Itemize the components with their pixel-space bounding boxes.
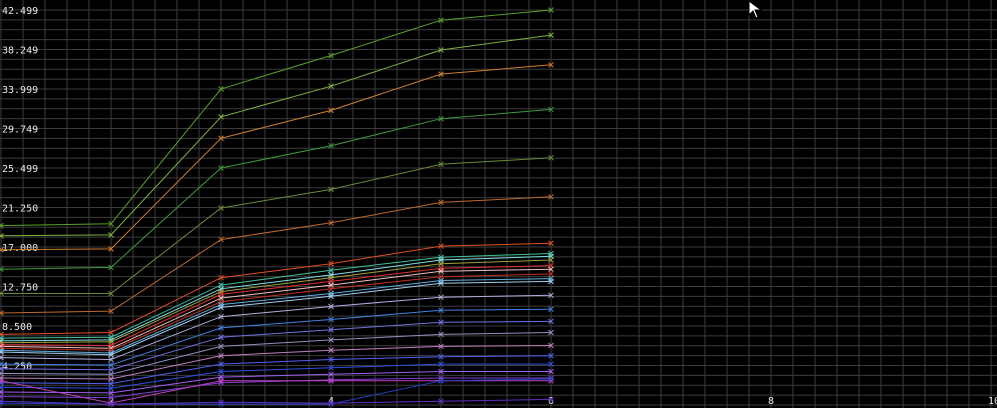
series-line	[0, 253, 552, 339]
line-chart: 246810 4.2508.50012.75017.00021.25025.49…	[0, 0, 997, 408]
x-tick-label: 10	[988, 396, 997, 407]
y-tick-label: 29.749	[2, 125, 38, 136]
series-line	[0, 398, 552, 405]
y-tick-label: 38.249	[2, 46, 38, 57]
y-tick-label: 21.250	[2, 204, 38, 215]
series-line	[0, 259, 552, 344]
x-tick-label: 8	[768, 396, 774, 407]
y-tick-label: 17.000	[2, 243, 38, 254]
series-line	[0, 157, 552, 295]
series-line	[0, 380, 551, 404]
mouse-pointer-icon	[748, 0, 763, 19]
grid-lines	[0, 0, 997, 408]
y-tick-label: 42.499	[2, 6, 38, 17]
y-tick-label: 8.500	[2, 322, 32, 333]
y-tick-labels: 4.250 8.500 12.750 17.000 21.250 25.499 29.749…	[2, 6, 38, 373]
y-tick-label: 4.250	[2, 362, 32, 373]
series-line	[0, 108, 552, 271]
series-line	[0, 273, 552, 351]
y-tick-label: 33.999	[2, 85, 38, 96]
y-tick-label: 25.499	[2, 164, 38, 175]
y-tick-label: 12.750	[2, 283, 38, 294]
series-line	[0, 9, 552, 227]
